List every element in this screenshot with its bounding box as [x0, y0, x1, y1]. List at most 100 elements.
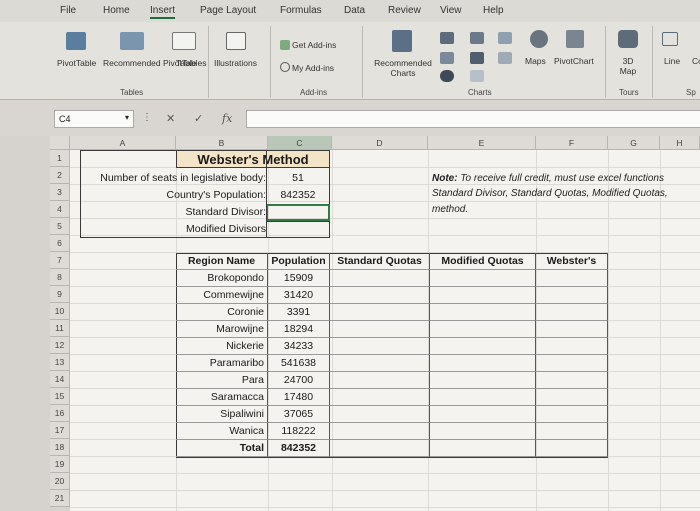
column-header-e[interactable]: E [428, 136, 536, 150]
modified-quota-cell[interactable] [430, 389, 536, 406]
column-chart-icon[interactable] [440, 32, 454, 44]
column-header-b[interactable]: B [176, 136, 268, 150]
pivot-table-button[interactable]: PivotTable [57, 58, 96, 68]
chevron-down-icon[interactable]: ▾ [125, 113, 129, 122]
row-header[interactable]: 12 [50, 337, 70, 354]
3d-map-button[interactable]: 3D Map [616, 56, 640, 76]
webster-apportionment-cell[interactable] [536, 270, 608, 287]
webster-apportionment-cell[interactable] [536, 355, 608, 372]
modified-quota-cell[interactable] [430, 372, 536, 389]
modified-quota-cell[interactable] [430, 423, 536, 440]
tab-file[interactable]: File [60, 5, 76, 16]
table-button[interactable]: Table [176, 58, 196, 68]
combo-chart-icon[interactable] [470, 70, 484, 82]
row-header[interactable]: 15 [50, 388, 70, 405]
column-header-g[interactable]: G [608, 136, 660, 150]
tab-page-layout[interactable]: Page Layout [200, 5, 256, 16]
worksheet-grid[interactable]: Webster's Method Number of seats in legi… [70, 150, 700, 511]
maps-icon[interactable] [530, 30, 548, 48]
enter-icon[interactable]: ✓ [194, 112, 203, 125]
row-header[interactable]: 11 [50, 320, 70, 337]
get-addins-button[interactable]: Get Add-ins [292, 40, 336, 50]
row-header[interactable]: 7 [50, 252, 70, 269]
column-header-h[interactable]: H [660, 136, 700, 150]
row-header[interactable]: 14 [50, 371, 70, 388]
row-header[interactable]: 4 [50, 201, 70, 218]
tab-formulas[interactable]: Formulas [280, 5, 322, 16]
line-chart-icon[interactable] [440, 52, 454, 64]
column-header-a[interactable]: A [70, 136, 176, 150]
column-sparkline-button[interactable]: Co [692, 56, 700, 66]
standard-quota-cell[interactable] [330, 287, 430, 304]
column-header-c[interactable]: C [268, 136, 332, 150]
standard-quota-cell[interactable] [330, 406, 430, 423]
cancel-icon[interactable]: ✕ [166, 112, 175, 125]
tab-data[interactable]: Data [344, 5, 365, 16]
webster-apportionment-cell[interactable] [536, 321, 608, 338]
row-header[interactable]: 17 [50, 422, 70, 439]
sparkline-icon[interactable] [662, 32, 678, 46]
recommended-pivot-icon[interactable] [120, 32, 144, 50]
table-icon[interactable] [172, 32, 196, 50]
row-header[interactable]: 2 [50, 167, 70, 184]
pivot-chart-button[interactable]: PivotChart [554, 56, 594, 66]
modified-quota-cell[interactable] [430, 321, 536, 338]
standard-quota-cell[interactable] [330, 321, 430, 338]
modified-quota-cell[interactable] [430, 304, 536, 321]
population-value[interactable]: 842352 [268, 187, 328, 203]
insert-function-icon[interactable]: fx [222, 112, 232, 125]
row-header[interactable]: 21 [50, 490, 70, 507]
webster-apportionment-cell[interactable] [536, 372, 608, 389]
select-all-corner[interactable] [50, 136, 70, 150]
row-header[interactable]: 8 [50, 269, 70, 286]
illustrations-button[interactable]: Illustrations [214, 58, 257, 68]
modified-quota-cell[interactable] [430, 338, 536, 355]
webster-apportionment-cell[interactable] [536, 423, 608, 440]
webster-apportionment-cell[interactable] [536, 287, 608, 304]
row-header[interactable]: 9 [50, 286, 70, 303]
formula-input[interactable] [246, 110, 700, 128]
row-header[interactable]: 19 [50, 456, 70, 473]
statistic-chart-icon[interactable] [470, 52, 484, 64]
scatter-chart-icon[interactable] [498, 52, 512, 64]
standard-quota-cell[interactable] [330, 355, 430, 372]
name-box[interactable]: C4 ▾ [54, 110, 134, 128]
hierarchy-chart-icon[interactable] [470, 32, 484, 44]
row-header[interactable]: 6 [50, 235, 70, 252]
line-sparkline-button[interactable]: Line [664, 56, 680, 66]
column-header-d[interactable]: D [332, 136, 428, 150]
tab-view[interactable]: View [440, 5, 462, 16]
tab-insert[interactable]: Insert [150, 5, 175, 16]
pivot-chart-icon[interactable] [566, 30, 584, 48]
pivot-table-icon[interactable] [66, 32, 86, 50]
standard-quota-cell[interactable] [330, 270, 430, 287]
standard-quota-cell[interactable] [330, 372, 430, 389]
webster-apportionment-cell[interactable] [536, 389, 608, 406]
row-header[interactable]: 16 [50, 405, 70, 422]
tab-help[interactable]: Help [483, 5, 504, 16]
row-header[interactable]: 10 [50, 303, 70, 320]
standard-quota-cell[interactable] [330, 389, 430, 406]
webster-apportionment-cell[interactable] [536, 338, 608, 355]
my-addins-button[interactable]: My Add-ins [292, 63, 334, 73]
row-header[interactable]: 18 [50, 439, 70, 456]
row-header[interactable]: 20 [50, 473, 70, 490]
tab-review[interactable]: Review [388, 5, 421, 16]
total-standard-quota-cell[interactable] [330, 440, 430, 457]
waterfall-chart-icon[interactable] [498, 32, 512, 44]
total-modified-quota-cell[interactable] [430, 440, 536, 457]
selected-cell-c4[interactable] [266, 204, 330, 221]
webster-apportionment-cell[interactable] [536, 406, 608, 423]
webster-apportionment-cell[interactable] [536, 304, 608, 321]
maps-button[interactable]: Maps [525, 56, 546, 66]
row-header[interactable]: 1 [50, 150, 70, 167]
globe-3d-map-icon[interactable] [618, 30, 638, 48]
pie-chart-icon[interactable] [440, 70, 454, 82]
column-header-f[interactable]: F [536, 136, 608, 150]
row-header[interactable]: 3 [50, 184, 70, 201]
recommended-charts-icon[interactable] [392, 30, 412, 52]
standard-quota-cell[interactable] [330, 338, 430, 355]
modified-quota-cell[interactable] [430, 406, 536, 423]
modified-quota-cell[interactable] [430, 355, 536, 372]
modified-quota-cell[interactable] [430, 287, 536, 304]
